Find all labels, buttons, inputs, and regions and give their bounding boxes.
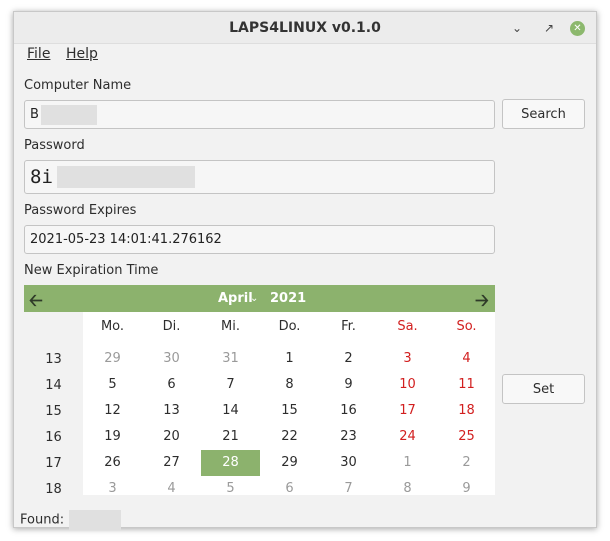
password-expires-value: 2021-05-23 14:01:41.276162 — [30, 232, 222, 247]
calendar-day[interactable]: 30 — [142, 346, 201, 372]
calendar-day[interactable]: 2 — [319, 346, 378, 372]
menu-file-label: File — [27, 46, 51, 62]
calendar-day[interactable]: 2 — [437, 450, 496, 476]
menu-bar: File Help — [14, 44, 596, 66]
calendar-day[interactable]: 13 — [142, 398, 201, 424]
week-number: 17 — [45, 456, 62, 471]
computer-name-input[interactable]: B — [24, 100, 495, 129]
calendar-day[interactable]: 23 — [319, 424, 378, 450]
password-expires-label: Password Expires — [24, 203, 137, 218]
menu-help[interactable]: Help — [66, 46, 98, 62]
set-button-label: Set — [532, 381, 555, 397]
calendar-day[interactable]: 1 — [260, 346, 319, 372]
calendar-day[interactable]: 3 — [378, 346, 437, 372]
redacted-mask — [56, 166, 195, 188]
calendar-day[interactable]: 4 — [142, 476, 201, 502]
week-number: 18 — [45, 482, 62, 497]
status-bar: Found: — [20, 510, 122, 530]
minimize-icon[interactable]: ⌄ — [508, 19, 526, 37]
weekday-header: Fr. — [341, 319, 356, 334]
weekday-header: Mi. — [221, 319, 240, 334]
calendar-day[interactable]: 31 — [201, 346, 260, 372]
weekday-header: Mo. — [100, 319, 125, 334]
calendar-day[interactable]: 8 — [260, 372, 319, 398]
new-expiration-label: New Expiration Time — [24, 263, 159, 278]
search-button-label: Search — [521, 106, 566, 122]
app-window: LAPS4LINUX v0.1.0 ⌄ ↗ ✕ File Help Comput… — [13, 11, 597, 530]
calendar-day[interactable]: 10 — [378, 372, 437, 398]
calendar-day[interactable]: 14 — [201, 398, 260, 424]
calendar-day[interactable]: 21 — [201, 424, 260, 450]
calendar: 🡠 April ⌄ 2021 🡢 Mo. Di. Mi. Do. Fr. Sa. So. 13… — [24, 285, 496, 497]
calendar-day[interactable]: 29 — [260, 450, 319, 476]
weekday-header: Sa. — [397, 319, 418, 334]
calendar-day[interactable]: 22 — [260, 424, 319, 450]
calendar-day[interactable]: 26 — [83, 450, 142, 476]
calendar-day[interactable]: 27 — [142, 450, 201, 476]
redacted-mask — [69, 510, 122, 530]
close-icon[interactable]: ✕ — [570, 21, 585, 36]
search-button[interactable]: Search — [502, 99, 585, 129]
password-expires-field[interactable]: 2021-05-23 14:01:41.276162 — [24, 225, 495, 254]
calendar-day[interactable]: 1 — [378, 450, 437, 476]
calendar-day[interactable]: 7 — [201, 372, 260, 398]
calendar-day[interactable]: 4 — [437, 346, 496, 372]
calendar-day[interactable]: 7 — [319, 476, 378, 502]
calendar-day[interactable]: 15 — [260, 398, 319, 424]
calendar-day[interactable]: 20 — [142, 424, 201, 450]
calendar-day[interactable]: 30 — [319, 450, 378, 476]
week-number: 15 — [45, 404, 62, 419]
set-button[interactable]: Set — [502, 374, 585, 404]
weekday-header: Do. — [278, 319, 301, 334]
chevron-down-icon[interactable]: ⌄ — [250, 293, 258, 304]
week-number: 14 — [45, 378, 62, 393]
calendar-day[interactable]: 3 — [83, 476, 142, 502]
week-number: 13 — [45, 352, 62, 367]
calendar-day[interactable]: 12 — [83, 398, 142, 424]
next-month-icon[interactable]: 🡢 — [475, 288, 489, 317]
calendar-day[interactable]: 5 — [201, 476, 260, 502]
calendar-day[interactable]: 11 — [437, 372, 496, 398]
password-value: 8i — [30, 166, 53, 188]
calendar-day[interactable]: 19 — [83, 424, 142, 450]
password-field[interactable]: 8i — [24, 160, 495, 194]
computer-name-label: Computer Name — [24, 78, 132, 93]
calendar-day[interactable]: 5 — [83, 372, 142, 398]
calendar-day[interactable]: 16 — [319, 398, 378, 424]
calendar-day[interactable]: 29 — [83, 346, 142, 372]
calendar-year[interactable]: 2021 — [270, 291, 306, 306]
calendar-day[interactable]: 6 — [142, 372, 201, 398]
calendar-day[interactable]: 24 — [378, 424, 437, 450]
calendar-day[interactable]: 6 — [260, 476, 319, 502]
calendar-day[interactable]: 25 — [437, 424, 496, 450]
calendar-day-selected[interactable]: 28 — [201, 450, 260, 476]
maximize-icon[interactable]: ↗ — [540, 19, 558, 37]
computer-name-value: B — [30, 107, 39, 122]
menu-help-label: Help — [66, 46, 98, 62]
calendar-day[interactable]: 8 — [378, 476, 437, 502]
weekday-header: Di. — [162, 319, 181, 334]
title-bar[interactable]: LAPS4LINUX v0.1.0 ⌄ ↗ ✕ — [14, 12, 596, 44]
calendar-day[interactable]: 9 — [437, 476, 496, 502]
calendar-day[interactable]: 9 — [319, 372, 378, 398]
password-label: Password — [24, 138, 85, 153]
menu-file[interactable]: File — [27, 46, 50, 62]
redacted-mask — [40, 104, 97, 125]
weekday-header: So. — [456, 319, 477, 334]
found-label: Found: — [20, 512, 65, 528]
calendar-day[interactable]: 18 — [437, 398, 496, 424]
calendar-month[interactable]: April — [218, 291, 253, 306]
calendar-header: 🡠 April ⌄ 2021 🡢 — [24, 285, 495, 312]
calendar-day[interactable]: 17 — [378, 398, 437, 424]
week-number: 16 — [45, 430, 62, 445]
